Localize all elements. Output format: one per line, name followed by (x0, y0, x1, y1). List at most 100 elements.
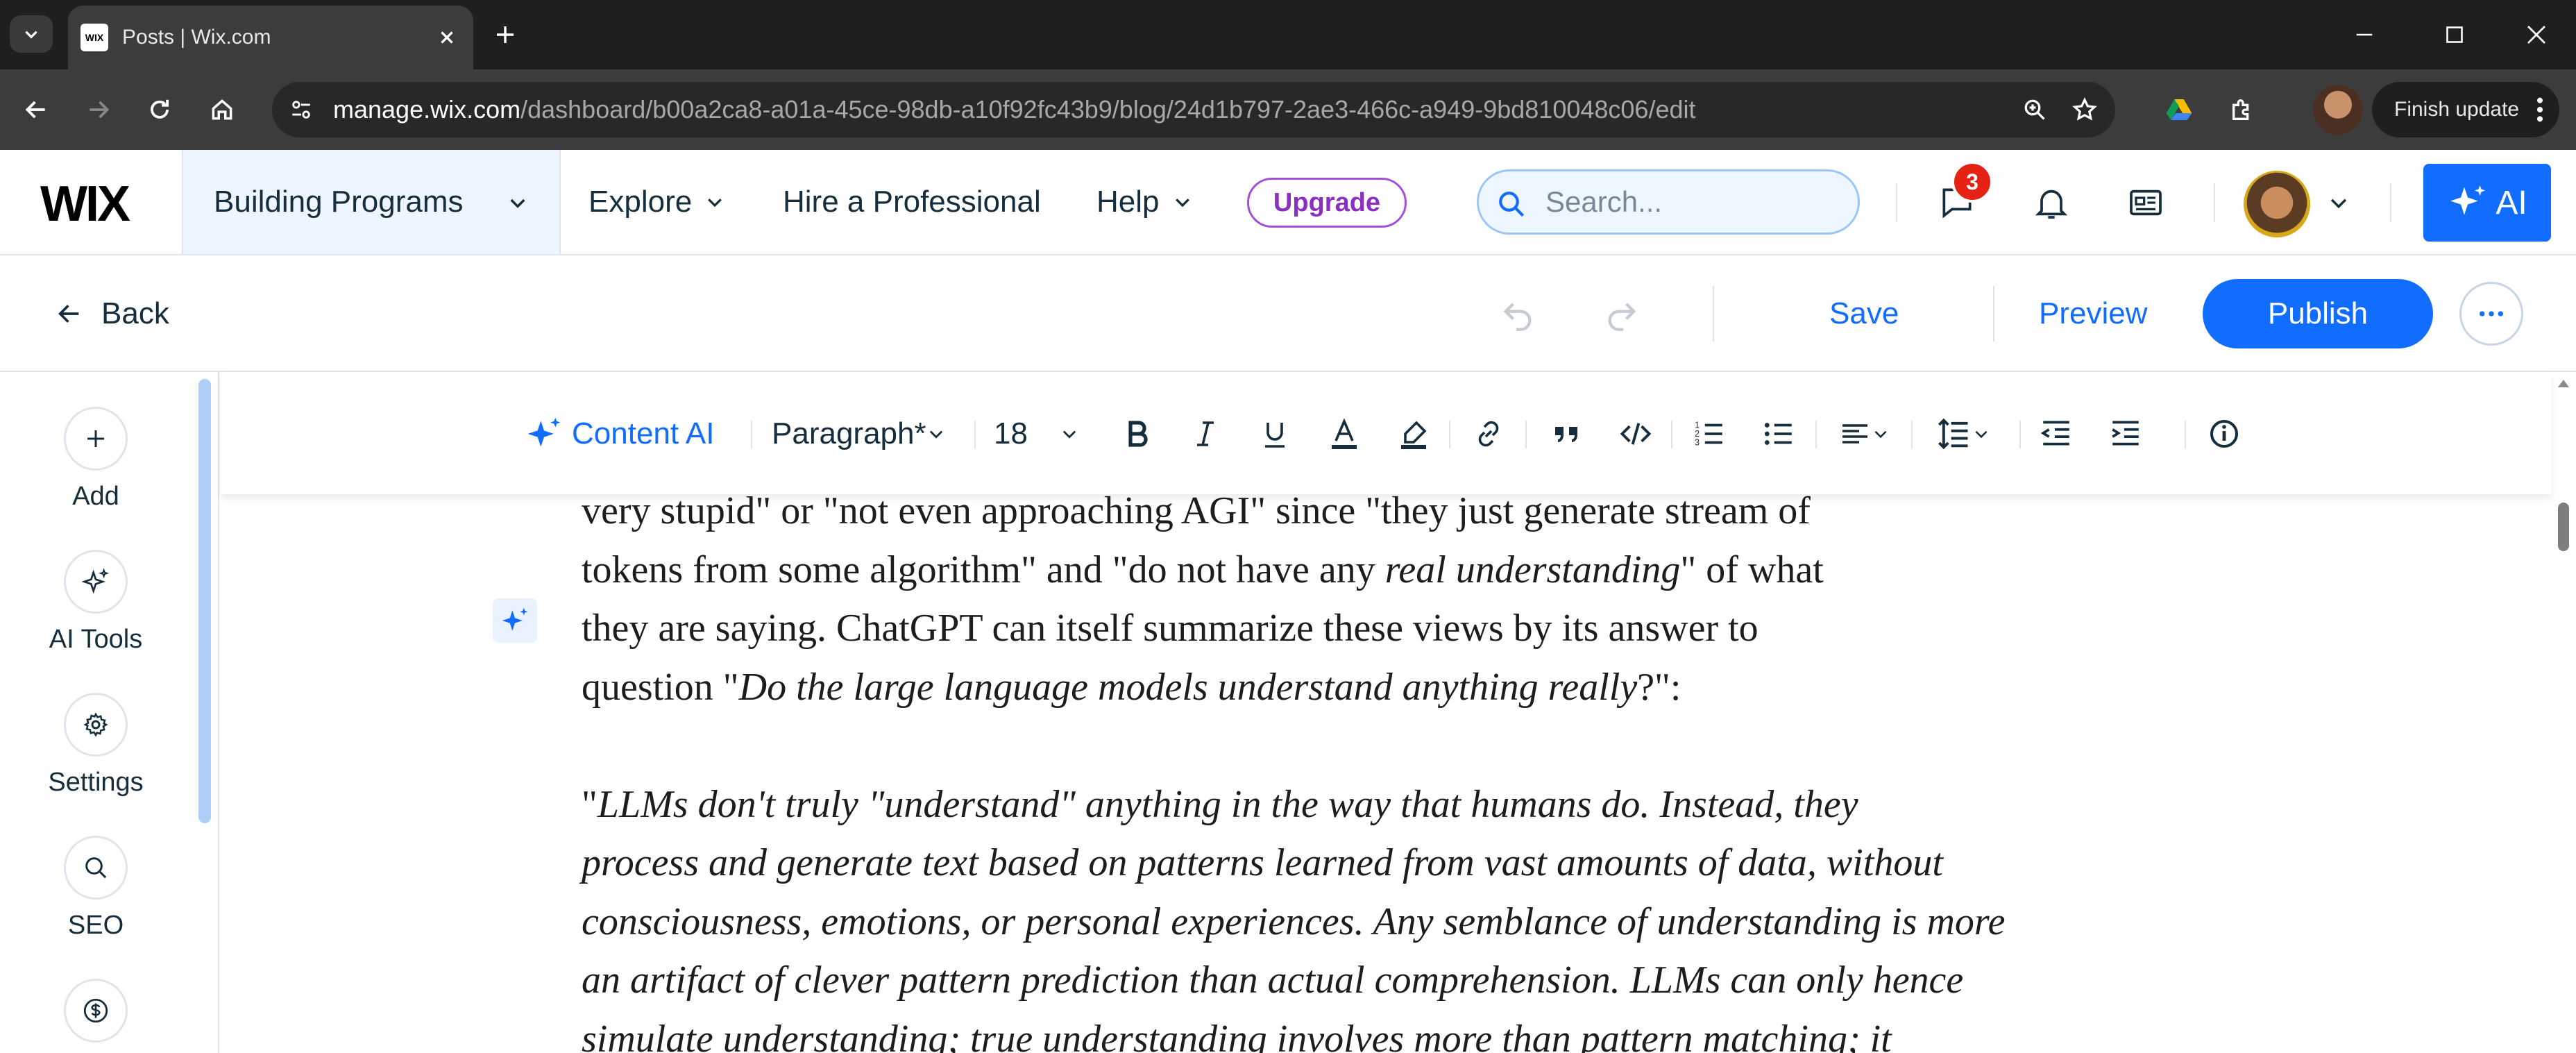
sparkle-icon (527, 417, 561, 447)
content-ai-label: Content AI (572, 416, 715, 450)
tab-close-button[interactable] (434, 25, 459, 50)
code-block-button[interactable] (1611, 410, 1660, 458)
more-actions-button[interactable] (2459, 282, 2523, 346)
italic-run: Do the large language models understand … (738, 665, 1638, 709)
sidebar-item-settings[interactable]: Settings (0, 693, 192, 798)
maximize-button[interactable] (2416, 0, 2493, 69)
minimize-button[interactable] (2326, 0, 2403, 69)
notifications-button[interactable] (2029, 180, 2074, 225)
line-spacing-dropdown[interactable] (1925, 410, 2001, 458)
plus-icon (497, 26, 514, 43)
blockquote-button[interactable] (1542, 410, 1591, 458)
bold-button[interactable] (1113, 410, 1162, 458)
underline-button[interactable] (1251, 410, 1299, 458)
bookmark-button[interactable] (2064, 89, 2105, 130)
paragraph-style-dropdown[interactable]: Paragraph* (772, 410, 946, 458)
scroll-thumb[interactable] (2558, 503, 2569, 551)
sidebar-circle (64, 836, 128, 900)
ai-assistant-button[interactable]: AI (2423, 164, 2551, 242)
italic-run: consciousness, emotions, or personal exp… (582, 900, 2006, 943)
page-scrollbar[interactable] (2551, 372, 2576, 1053)
post-editor-canvas[interactable]: very stupid" or "not even approaching AG… (221, 494, 2551, 1053)
sidebar-item-label: Settings (48, 768, 144, 797)
account-menu-button[interactable] (2316, 180, 2361, 225)
italic-button[interactable] (1181, 410, 1230, 458)
home-button[interactable] (201, 89, 243, 130)
save-button[interactable]: Save (1829, 293, 1899, 335)
sidebar-scrollbar[interactable] (198, 379, 211, 823)
text-align-dropdown[interactable] (1829, 410, 1899, 458)
sidebar-item-add[interactable]: Add (0, 407, 192, 512)
inline-ai-button[interactable] (493, 598, 537, 643)
google-drive-icon (2166, 99, 2192, 120)
tune-icon (292, 101, 310, 119)
back-button[interactable]: Back (56, 293, 169, 335)
search-icon (85, 857, 107, 879)
undo-button[interactable] (1493, 290, 1542, 339)
post-body[interactable]: very stupid" or "not even approaching AG… (582, 494, 2427, 1053)
toolbar-divider (1993, 286, 1994, 342)
text-run: " (582, 782, 598, 826)
decrease-indent-button[interactable] (2032, 410, 2081, 458)
sidebar-item-seo[interactable]: SEO (0, 836, 192, 941)
reload-button[interactable] (139, 89, 180, 130)
nav-explore[interactable]: Explore (588, 150, 725, 254)
chevron-down-icon (1874, 430, 1887, 439)
svg-text:3: 3 (1695, 438, 1700, 448)
site-info-button[interactable] (280, 89, 322, 130)
highlight-button[interactable] (1389, 410, 1438, 458)
browser-profile-avatar[interactable] (2313, 85, 2363, 135)
italic-icon (1197, 421, 1214, 446)
nav-help[interactable]: Help (1096, 150, 1193, 254)
browser-tab[interactable]: WIX Posts | Wix.com (68, 6, 473, 69)
preview-button[interactable]: Preview (2039, 293, 2148, 335)
business-card-button[interactable] (2124, 180, 2168, 225)
text-color-icon (1332, 418, 1357, 449)
upgrade-button[interactable]: Upgrade (1247, 178, 1407, 228)
search-input[interactable] (1545, 181, 1837, 223)
wix-search-box[interactable] (1477, 169, 1860, 235)
redo-button[interactable] (1598, 290, 1646, 339)
finish-update-label: Finish update (2394, 98, 2520, 121)
forward-nav-button[interactable] (78, 89, 119, 130)
back-nav-button[interactable] (15, 89, 57, 130)
close-window-button[interactable] (2498, 0, 2575, 69)
user-avatar[interactable] (2244, 171, 2310, 237)
chevron-down-icon (2330, 199, 2347, 209)
underline-icon (1265, 423, 1285, 448)
scroll-up-arrow-icon[interactable] (2557, 378, 2570, 389)
info-button[interactable] (2200, 410, 2248, 458)
new-tab-button[interactable] (486, 15, 525, 54)
tab-search-button[interactable] (10, 15, 53, 53)
increase-indent-button[interactable] (2101, 410, 2150, 458)
chevron-down-icon (1975, 430, 1988, 439)
font-size-dropdown[interactable]: 18 (994, 410, 1079, 458)
italic-run: simulate understanding; true understandi… (582, 1017, 1892, 1053)
sidebar-circle (64, 550, 128, 614)
chevron-down-icon (929, 430, 942, 439)
extensions-button[interactable] (2222, 89, 2264, 130)
wix-logo[interactable]: WIX (40, 176, 130, 232)
chevron-down-icon (708, 199, 722, 208)
site-selector[interactable]: Building Programs (182, 150, 561, 254)
editor-topbar: Back Save Preview Publish (0, 255, 2576, 372)
numbered-list-button[interactable]: 123 (1685, 410, 1734, 458)
text-color-button[interactable] (1320, 410, 1368, 458)
toolbar-divider (2185, 421, 2186, 448)
nav-hire-professional[interactable]: Hire a Professional (783, 150, 1041, 254)
google-drive-extension[interactable] (2158, 89, 2200, 130)
address-bar[interactable]: manage.wix.com/dashboard/b00a2ca8-a01a-4… (272, 82, 2115, 137)
zoom-button[interactable] (2014, 89, 2056, 130)
content-ai-button[interactable]: Content AI (525, 410, 714, 458)
sidebar-item-monetize[interactable] (0, 979, 192, 1043)
sidebar-item-ai-tools[interactable]: AI Tools (0, 550, 192, 655)
text-run: tokens from some algorithm" and "do not … (582, 548, 1385, 591)
header-divider (2214, 183, 2215, 222)
link-button[interactable] (1464, 410, 1513, 458)
italic-run: process and generate text based on patte… (582, 841, 1943, 884)
bullet-list-button[interactable] (1754, 410, 1803, 458)
text-run: they are saying. ChatGPT can itself summ… (582, 607, 1759, 650)
publish-button[interactable]: Publish (2203, 279, 2433, 348)
finish-update-button[interactable]: Finish update (2372, 82, 2559, 137)
bullet-list-icon (1765, 423, 1792, 445)
